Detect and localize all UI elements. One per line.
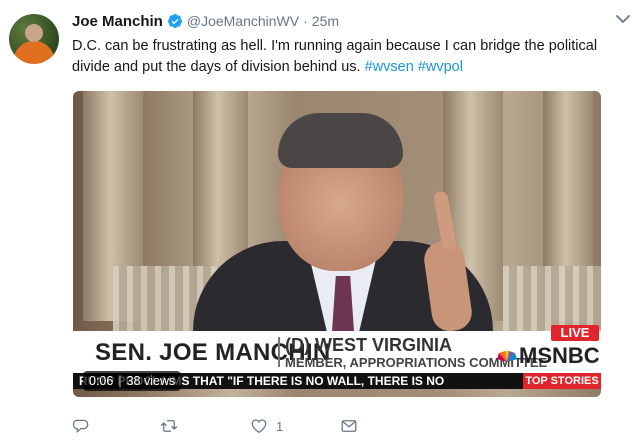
ticker-tag: TOP STORIES [523, 373, 601, 389]
tweet-card: Joe Manchin @JoeManchinWV · 25m D.C. can… [0, 0, 644, 441]
video-player[interactable]: SEN. JOE MANCHIN (D) WEST VIRGINIA MEMBE… [73, 91, 601, 397]
video-views: 38 views [126, 374, 176, 388]
separator-dot: · [303, 13, 308, 29]
avatar[interactable] [9, 14, 59, 64]
direct-message-button[interactable] [340, 416, 366, 436]
peacock-logo-icon [497, 351, 517, 362]
live-badge: LIVE [551, 325, 599, 341]
lower-third-divider [278, 337, 280, 367]
like-button[interactable]: 1 [250, 416, 283, 436]
video-duration: 0:06 [89, 374, 114, 388]
direct-message-icon [341, 420, 357, 432]
timestamp[interactable]: 25m [312, 13, 339, 29]
hashtag-link[interactable]: #wvpol [418, 59, 463, 75]
tweet-actions: 1 [72, 416, 372, 436]
badge-separator: | [118, 374, 122, 388]
retweet-button[interactable] [160, 416, 186, 436]
reply-icon [72, 419, 89, 433]
network-logo: MSNBC [519, 343, 600, 368]
tweet-text: D.C. can be frustrating as hell. I'm run… [72, 36, 632, 78]
video-info-badge: 0:06 | 38 views [83, 371, 182, 391]
lower-third-state: (D) WEST VIRGINIA [285, 335, 452, 355]
user-handle[interactable]: @JoeManchinWV [187, 13, 299, 29]
tweet-header: Joe Manchin @JoeManchinWV · 25m [72, 10, 339, 32]
hair [278, 113, 403, 168]
chevron-down-icon[interactable] [616, 14, 630, 24]
tweet-body: D.C. can be frustrating as hell. I'm run… [72, 38, 598, 75]
verified-badge-icon [167, 14, 182, 28]
like-icon [251, 419, 267, 434]
hashtag-link[interactable]: #wvsen [365, 59, 414, 75]
like-count: 1 [276, 418, 284, 434]
retweet-icon [160, 420, 178, 432]
reply-button[interactable] [72, 416, 98, 436]
display-name[interactable]: Joe Manchin [72, 13, 163, 30]
